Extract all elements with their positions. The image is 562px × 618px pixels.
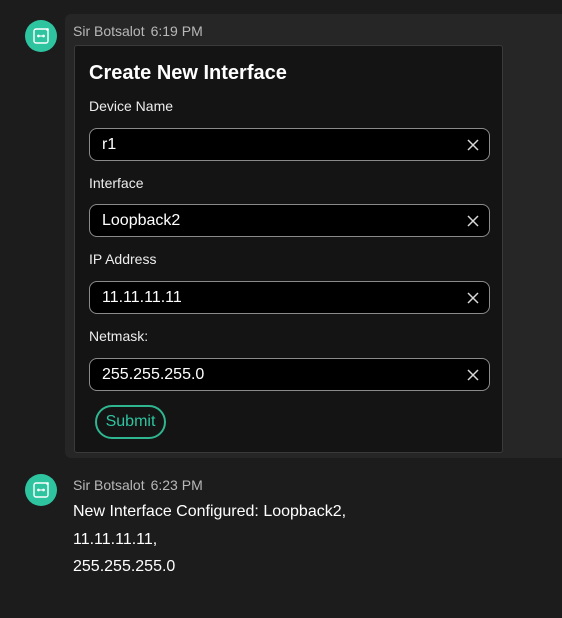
sender-name: Sir Botsalot (73, 23, 145, 39)
create-interface-card: Create New Interface Device Name r1 Inte… (74, 45, 503, 453)
ip-address-value: 11.11.11.11 (102, 289, 182, 306)
clear-netmask-button[interactable] (466, 368, 480, 382)
message-meta: Sir Botsalot 6:23 PM (73, 477, 203, 493)
reply-line: New Interface Configured: Loopback2, (73, 503, 347, 520)
clear-ip-address-button[interactable] (466, 291, 480, 305)
device-name-label: Device Name (89, 98, 174, 114)
close-icon (467, 369, 479, 381)
netmask-label: Netmask: (89, 328, 149, 344)
device-name-value: r1 (102, 136, 117, 153)
netmask-field[interactable]: 255.255.255.0 (89, 358, 490, 391)
card-title: Create New Interface (89, 62, 287, 84)
reply-line: 255.255.255.0 (73, 558, 176, 575)
device-name-field[interactable]: r1 (89, 128, 490, 161)
interface-label: Interface (89, 175, 144, 191)
interface-field[interactable]: Loopback2 (89, 204, 490, 237)
clear-interface-button[interactable] (466, 214, 480, 228)
netmask-value: 255.255.255.0 (102, 366, 205, 383)
ip-address-field[interactable]: 11.11.11.11 (89, 281, 490, 314)
clear-device-name-button[interactable] (466, 138, 480, 152)
message-time: 6:19 PM (150, 23, 203, 39)
bot-icon (33, 28, 49, 44)
message-meta: Sir Botsalot 6:19 PM (73, 23, 203, 39)
interface-value: Loopback2 (102, 212, 181, 229)
ip-address-label: IP Address (89, 251, 157, 267)
submit-button[interactable]: Submit (95, 405, 166, 439)
close-icon (467, 292, 479, 304)
bot-avatar (25, 20, 57, 52)
message-time: 6:23 PM (150, 477, 203, 493)
close-icon (467, 215, 479, 227)
reply-line: 11.11.11.11, (73, 530, 158, 548)
close-icon (467, 139, 479, 151)
sender-name: Sir Botsalot (73, 477, 145, 493)
bot-avatar (25, 474, 57, 506)
reply-message: New Interface Configured: Loopback2, 11.… (73, 498, 403, 581)
bot-icon (33, 482, 49, 498)
